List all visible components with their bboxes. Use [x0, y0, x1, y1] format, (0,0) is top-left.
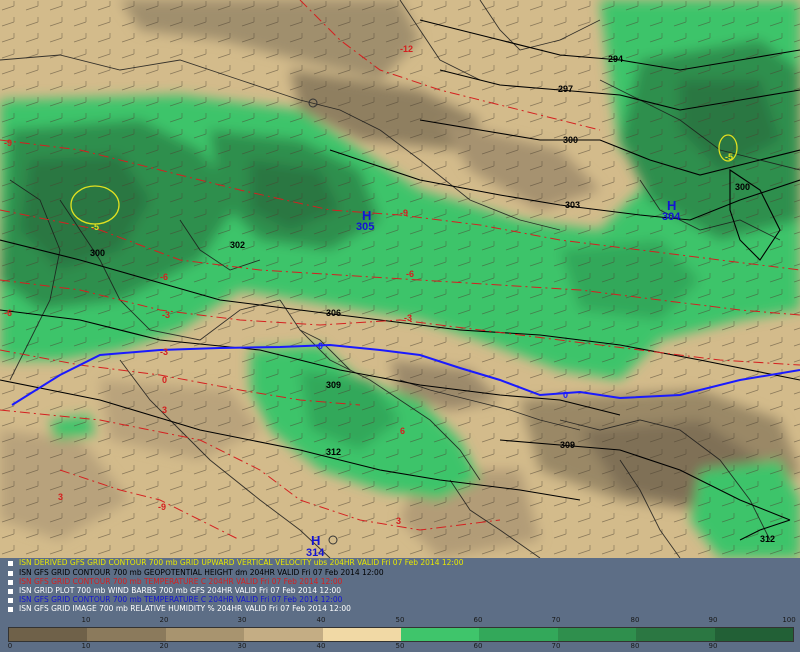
colorbar-tick: 50 [395, 642, 405, 650]
colorbar-swatch [322, 628, 402, 641]
colorbar-tick: 70 [551, 642, 561, 650]
legend-text: ISN GFS GRID CONTOUR 700 mb GEOPOTENTIAL… [19, 568, 384, 577]
high-value: 305 [356, 221, 374, 233]
colorbar-swatch [244, 628, 323, 641]
temperature-label: -3 [162, 310, 170, 320]
colorbar-tick: 30 [237, 642, 247, 650]
colorbar-tick: 0 [7, 642, 13, 650]
temperature-label: -3 [404, 313, 412, 323]
legend-square [8, 579, 13, 585]
legend-row-humidity: ISN GFS GRID IMAGE 700 mb RELATIVE HUMID… [8, 604, 351, 614]
colorbar-swatch [87, 628, 166, 641]
high-letter: H [311, 533, 320, 548]
legend-text: ISN GFS GRID IMAGE 700 mb RELATIVE HUMID… [19, 604, 351, 613]
height-label: 300 [563, 135, 578, 145]
colorbar-swatch [636, 628, 715, 641]
height-label: 309 [560, 440, 575, 450]
colorbar-swatch [9, 628, 88, 641]
vertical-velocity-label: -5 [91, 222, 99, 232]
colorbar-tick: 100 [782, 616, 796, 624]
height-label: 309 [326, 380, 341, 390]
temperature-label: 0 [162, 375, 167, 385]
legend-text: ISN DERIVED GFS GRID CONTOUR 700 mb GRID… [19, 558, 464, 567]
height-label: 294 [608, 54, 623, 64]
colorbar-tick: 20 [159, 616, 169, 624]
temperature-label: -12 [400, 44, 413, 54]
temperature-label: 6 [400, 426, 405, 436]
colorbar-tick: 70 [551, 616, 561, 624]
height-label: 302 [230, 240, 245, 250]
zero-isotherm-label: 0 [318, 341, 323, 351]
colorbar-tick: 60 [473, 616, 483, 624]
height-label: 306 [326, 308, 341, 318]
height-label: 297 [558, 84, 573, 94]
vertical-velocity-label: -5 [725, 152, 733, 162]
humidity-colorbar: 10 20 30 40 50 60 70 80 90 100 0 10 20 3… [0, 616, 800, 651]
colorbar-tick: 50 [395, 616, 405, 624]
legend-square [8, 560, 13, 566]
colorbar-top-ticks: 10 20 30 40 50 60 70 80 90 100 [0, 616, 800, 626]
temperature-label: 3 [58, 492, 63, 502]
layer-legend: ISN DERIVED GFS GRID CONTOUR 700 mb GRID… [0, 558, 800, 616]
legend-square [8, 570, 13, 576]
temperature-label: -6 [406, 269, 414, 279]
temperature-label: -3 [160, 347, 168, 357]
colorbar-swatch [479, 628, 558, 641]
legend-square [8, 606, 13, 612]
colorbar-swatches [8, 627, 794, 642]
temperature-label: 3 [396, 516, 401, 526]
colorbar-tick: 80 [630, 616, 640, 624]
legend-row-vertical-velocity: ISN DERIVED GFS GRID CONTOUR 700 mb GRID… [8, 558, 463, 568]
legend-square [8, 588, 13, 594]
height-label: 312 [326, 447, 341, 457]
colorbar-swatch [714, 628, 794, 641]
legend-text: ISN GFS GRID CONTOUR 700 mb TEMPERATURE … [19, 595, 343, 604]
temperature-label: -9 [158, 502, 166, 512]
colorbar-tick: 40 [316, 642, 326, 650]
colorbar-tick: 10 [81, 616, 91, 624]
colorbar-tick: 20 [159, 642, 169, 650]
colorbar-tick: 90 [708, 642, 718, 650]
high-value: 304 [662, 211, 681, 223]
legend-text: ISN GFS GRID CONTOUR 700 mb TEMPERATURE … [19, 577, 343, 586]
colorbar-tick: 90 [708, 616, 718, 624]
temperature-label: -6 [4, 308, 12, 318]
temperature-label: -9 [4, 138, 12, 148]
legend-text: ISN GRID PLOT 700 mb WIND BARBS 700 mb G… [19, 586, 342, 595]
colorbar-tick: 60 [473, 642, 483, 650]
height-label: 300 [735, 182, 750, 192]
colorbar-swatch [165, 628, 245, 641]
weather-map: H 305 H 304 H 314 294 297 300 303 306 30… [0, 0, 800, 558]
colorbar-tick: 80 [630, 642, 640, 650]
high-value: 314 [306, 547, 325, 558]
legend-square [8, 597, 13, 603]
height-label: 300 [90, 248, 105, 258]
zero-isotherm-label: 0 [563, 390, 568, 400]
colorbar-tick: 10 [81, 642, 91, 650]
colorbar-swatch [557, 628, 637, 641]
temperature-label: -6 [160, 272, 168, 282]
temperature-label: 3 [162, 405, 167, 415]
height-label: 312 [760, 534, 775, 544]
colorbar-tick: 30 [237, 616, 247, 624]
temperature-label: -9 [400, 208, 408, 218]
height-label: 303 [565, 200, 580, 210]
colorbar-tick: 40 [316, 616, 326, 624]
colorbar-swatch [401, 628, 480, 641]
